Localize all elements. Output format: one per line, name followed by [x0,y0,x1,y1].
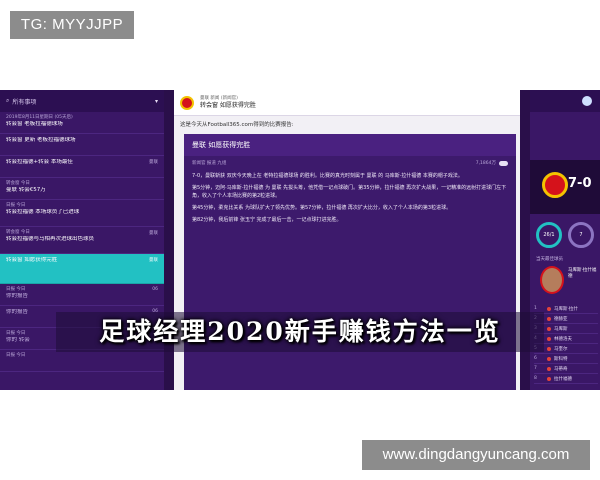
inbox-filter[interactable]: ⌕ 所有事项 [6,97,155,106]
notification-icon[interactable] [582,96,592,106]
message-intro: 这是今天从Football365.com得到的比赛报告: [180,122,294,128]
banner-title: 足球经理2020新手赚钱方法一览 [99,317,501,346]
rating-dot-icon [547,326,551,331]
lineup-number: 1 [534,306,537,311]
inbox-item-sender: 曼联 [149,258,158,263]
inbox-item[interactable]: 转会窗 更新 老板拉福德球场 [0,134,164,156]
inbox-item-title: 转会窗 老板拉福德球场 [6,121,63,127]
report-title: 曼联 如愿获得完胜 [184,134,516,156]
lineup-number: 7 [534,366,537,371]
search-icon: ⌕ [6,97,10,104]
match-score: 7-0 [568,176,592,191]
rating-dot-icon [547,376,551,381]
inbox-item-sender: 曼联 [149,160,158,165]
inbox-item[interactable]: 日报 今日 [0,350,164,372]
lineup-player-name: 马奎尔 [554,346,568,352]
page: ⌕ 所有事项 ▾ 2019年8月11日星期日 (05天后) 转会窗 老板拉福德球场… [0,0,600,480]
inbox-item-title: 转会窗 更新 老板拉福德球场 [6,137,76,143]
club-crest-icon [180,95,194,110]
title-banner: 足球经理2020新手赚钱方法一览 [56,312,544,352]
rating-dot-icon [547,336,551,341]
inbox-item[interactable]: 日报 今日 你的报告 06 [0,284,164,306]
chevron-down-icon[interactable]: ▾ [155,98,158,105]
rating-dot-icon [547,366,551,371]
inbox-item-sender: 06 [152,287,158,292]
rating-dot-icon [547,316,551,321]
report-body: 7-0，曼联斩获 双庆今天晚上在 老特拉福德球场 的胜利。比赛的真光时刻属于 曼… [184,170,516,226]
player-of-match-name: 马库斯·拉什福德 [568,268,597,279]
inbox-item[interactable]: 转会拉福德+转会 本场最佳 曼联 [0,156,164,178]
lineup-row[interactable]: 7 马蒂奇 [534,364,598,374]
report-paragraph: 第45分钟，柔克比关系 为球队扩大了领先优势。第57分钟，拉什福德 再次扩大比分… [192,205,452,211]
watermark-bottom-right: www.dingdangyuncang.com [362,440,590,470]
stat-ring-shots: 7 [568,222,594,248]
lineup-player-name: 马库斯·拉什 [554,306,578,312]
inbox-item-title: 转会拉福德+转会 本场最佳 [6,159,73,165]
lineup-player-name: 马蒂奇 [554,366,568,372]
lineup-player-name: 马库斯 [554,326,568,332]
lineup-player-name: 拉什福德 [554,376,572,382]
byline-views: 7,1864万 [475,161,496,166]
rating-dot-icon [547,356,551,361]
inbox-item[interactable]: 2019年8月11日星期日 (05天后) 转会窗 老板拉福德球场 [0,112,164,134]
report-paragraph: 第82分钟，我后前锋 张玉宁 完成了最后一击，一记点球打进完胜。 [192,217,342,223]
score-card[interactable]: 7-0 [530,160,600,214]
inbox-item-sender: 曼联 [149,231,158,236]
player-of-match-label: 当天最佳球员 [536,257,563,262]
stat-ring-possession: 26/1 [536,222,562,248]
inbox-item-title: 曼联 转会€57万 [6,187,46,193]
lineup-player-name: 德赫亚 [554,316,568,322]
player-avatar[interactable] [540,266,564,294]
rating-dot-icon [547,306,551,311]
inbox-item-title: 转会拉福德 本场球员了已进球 [6,209,80,215]
game-screenshot: ⌕ 所有事项 ▾ 2019年8月11日星期日 (05天后) 转会窗 老板拉福德球场… [0,90,600,390]
inbox-filter-label: 所有事项 [12,98,37,106]
inbox-item[interactable]: 日报 今日 转会拉福德 本场球员了已进球 [0,200,164,227]
inbox-item[interactable]: 转会窗 如愿获得完胜 曼联 [0,254,164,284]
inbox-item[interactable]: 转会窗 今日 曼联 转会€57万 [0,178,164,200]
inbox-item[interactable]: 转会窗 今日 转会拉福德与马相再次进球出色球员 曼联 [0,227,164,254]
club-crest-icon [542,172,568,198]
rating-dot-icon [547,346,551,351]
inbox-item-title: 转会拉福德与马相再次进球出色球员 [6,236,95,242]
lineup-number: 6 [534,356,537,361]
lineup-player-name: 林德洛夫 [554,336,572,342]
lineup-row[interactable]: 8 拉什福德 [534,374,598,384]
report-paragraph: 第5分钟，迈阿·马库斯·拉什福德 为 曼联 先拔头筹，他凭借一记点球破门。第35… [192,185,507,199]
message-header: 曼联 新闻 (新闻官) 转会窗 如愿获得完胜 [174,90,520,116]
byline-author: 新闻官 报道 九组 [192,161,227,166]
cloud-icon [499,160,508,166]
inbox-header: ⌕ 所有事项 ▾ [0,90,164,112]
message-subject: 转会窗 如愿获得完胜 [200,101,256,109]
lineup-number: 8 [534,376,537,381]
side-toolbar [530,90,600,112]
lineup-player-name: 斯科特 [554,356,568,362]
report-byline: 新闻官 报道 九组 7,1864万 [184,156,516,170]
inbox-item-date: 日报 今日 [6,353,26,358]
inbox-item-title: 转会窗 如愿获得完胜 [6,257,58,263]
watermark-top-left: TG: MYYJJPP [10,11,134,39]
inbox-item-title: 你的报告 [6,293,29,299]
lineup-row[interactable]: 6 斯科特 [534,354,598,364]
report-paragraph: 7-0，曼联斩获 双庆今天晚上在 老特拉福德球场 的胜利。比赛的真光时刻属于 曼… [192,173,463,179]
